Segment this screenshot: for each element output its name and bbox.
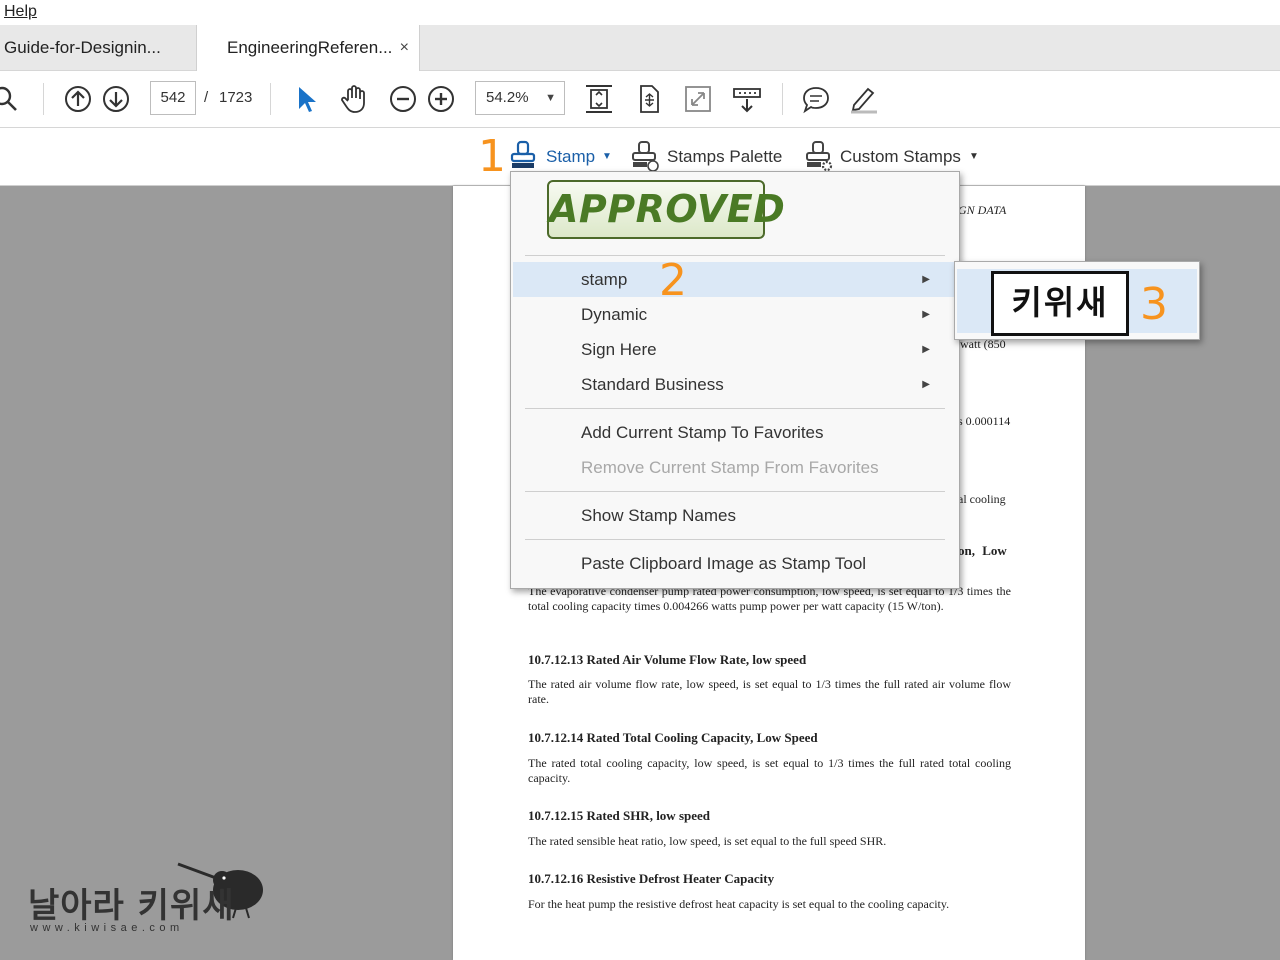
chevron-down-icon: ▼	[969, 151, 979, 162]
page-down-icon[interactable]	[100, 83, 132, 115]
search-icon[interactable]	[0, 83, 22, 115]
annotation-3: 3	[1140, 279, 1168, 330]
stamp-palette-icon	[632, 141, 659, 172]
main-toolbar: 542 / 1723 54.2% ▼	[0, 71, 1280, 128]
menu-item-standard-business[interactable]: Standard Business ▶	[513, 367, 956, 402]
stamp-submenu: 키위새 3	[954, 261, 1200, 340]
menu-item-label: Dynamic	[581, 305, 648, 324]
kiwisae-stamp-preview: 키위새	[991, 271, 1129, 336]
zoom-select[interactable]: 54.2% ▼	[475, 81, 565, 115]
doc-paragraph: The rated total cooling capacity, low sp…	[528, 756, 1011, 785]
tab-guide[interactable]: Guide-for-Designin...	[0, 25, 195, 70]
menu-divider	[525, 255, 945, 256]
annotation-1: 1	[478, 131, 506, 182]
menu-help[interactable]: Help	[4, 3, 37, 21]
chevron-down-icon: ▼	[545, 92, 556, 104]
menu-item-add-favorite[interactable]: Add Current Stamp To Favorites	[513, 415, 956, 450]
submenu-arrow-icon: ▶	[922, 274, 930, 285]
doc-fragment: al cooling	[958, 492, 1006, 506]
kiwisae-watermark: 날아라 키위새 www.kiwisae.com	[28, 852, 278, 942]
menu-item-remove-favorite: Remove Current Stamp From Favorites	[581, 458, 879, 477]
tab-bar: Guide-for-Designin... EngineeringReferen…	[0, 25, 1280, 71]
toolbar-divider	[270, 83, 271, 115]
approved-stamp-preview[interactable]: APPROVED	[547, 180, 785, 239]
select-arrow-icon[interactable]	[290, 83, 322, 115]
submenu-arrow-icon: ▶	[922, 379, 930, 390]
doc-paragraph: The rated sensible heat ratio, low speed…	[528, 834, 887, 848]
stamp-icon	[510, 140, 536, 168]
doc-heading: 10.7.12.14 Rated Total Cooling Capacity,…	[528, 730, 818, 745]
submenu-arrow-icon: ▶	[922, 309, 930, 320]
custom-stamp-icon	[806, 141, 833, 172]
menu-item-stamp[interactable]: stamp ▶	[513, 262, 956, 297]
watermark-url: www.kiwisae.com	[30, 922, 184, 934]
highlight-pen-icon[interactable]	[848, 83, 880, 115]
doc-fragment: on, Low	[958, 543, 1007, 558]
tab-label: Guide-for-Designin...	[4, 38, 161, 57]
menu-bar: Help	[0, 0, 1280, 25]
submenu-arrow-icon: ▶	[922, 344, 930, 355]
doc-paragraph: For the heat pump the resistive defrost …	[528, 897, 950, 911]
zoom-value: 54.2%	[486, 89, 529, 106]
doc-heading: 10.7.12.13 Rated Air Volume Flow Rate, l…	[528, 652, 807, 667]
menu-item-label: Sign Here	[581, 340, 657, 359]
page-separator: /	[204, 89, 209, 106]
doc-heading: 10.7.12.16 Resistive Defrost Heater Capa…	[528, 871, 775, 886]
stamp-dropdown-menu: APPROVED stamp ▶ 2 Dynamic ▶ Sign Here ▶…	[510, 171, 960, 589]
zoom-in-icon[interactable]	[425, 83, 457, 115]
rotate-icon[interactable]	[633, 83, 665, 115]
full-screen-icon[interactable]	[682, 83, 714, 115]
doc-paragraph: The rated air volume flow rate, low spee…	[528, 677, 1011, 706]
doc-fragment: s 0.000114	[958, 414, 1011, 428]
page-total: 1723	[219, 89, 253, 106]
tab-label: EngineeringReferen...	[227, 38, 393, 57]
menu-divider	[525, 491, 945, 492]
doc-fragment: GN DATA	[958, 203, 1007, 217]
read-mode-icon[interactable]	[731, 83, 763, 115]
menu-item-paste-clipboard[interactable]: Paste Clipboard Image as Stamp Tool	[513, 546, 956, 581]
doc-heading: 10.7.12.15 Rated SHR, low speed	[528, 808, 711, 823]
toolbar-divider	[43, 83, 44, 115]
custom-stamp-item[interactable]: 키위새 3	[957, 269, 1197, 336]
tab-engineering-reference[interactable]: EngineeringReferen... ×	[196, 25, 420, 71]
fit-page-icon[interactable]	[583, 83, 615, 115]
page-up-icon[interactable]	[62, 83, 94, 115]
menu-item-show-stamp-names[interactable]: Show Stamp Names	[513, 498, 956, 533]
close-tab-icon[interactable]: ×	[400, 25, 409, 70]
toolbar-divider	[782, 83, 783, 115]
menu-divider	[525, 408, 945, 409]
page-number-input[interactable]: 542	[150, 81, 196, 115]
menu-divider	[525, 539, 945, 540]
menu-item-dynamic[interactable]: Dynamic ▶	[513, 297, 956, 332]
menu-item-sign-here[interactable]: Sign Here ▶	[513, 332, 956, 367]
menu-item-label: Standard Business	[581, 375, 724, 394]
watermark-text: 날아라 키위새	[28, 886, 235, 926]
zoom-out-icon[interactable]	[387, 83, 419, 115]
comment-icon[interactable]	[800, 83, 832, 115]
menu-item-label: stamp	[581, 270, 628, 289]
hand-icon[interactable]	[338, 83, 370, 115]
